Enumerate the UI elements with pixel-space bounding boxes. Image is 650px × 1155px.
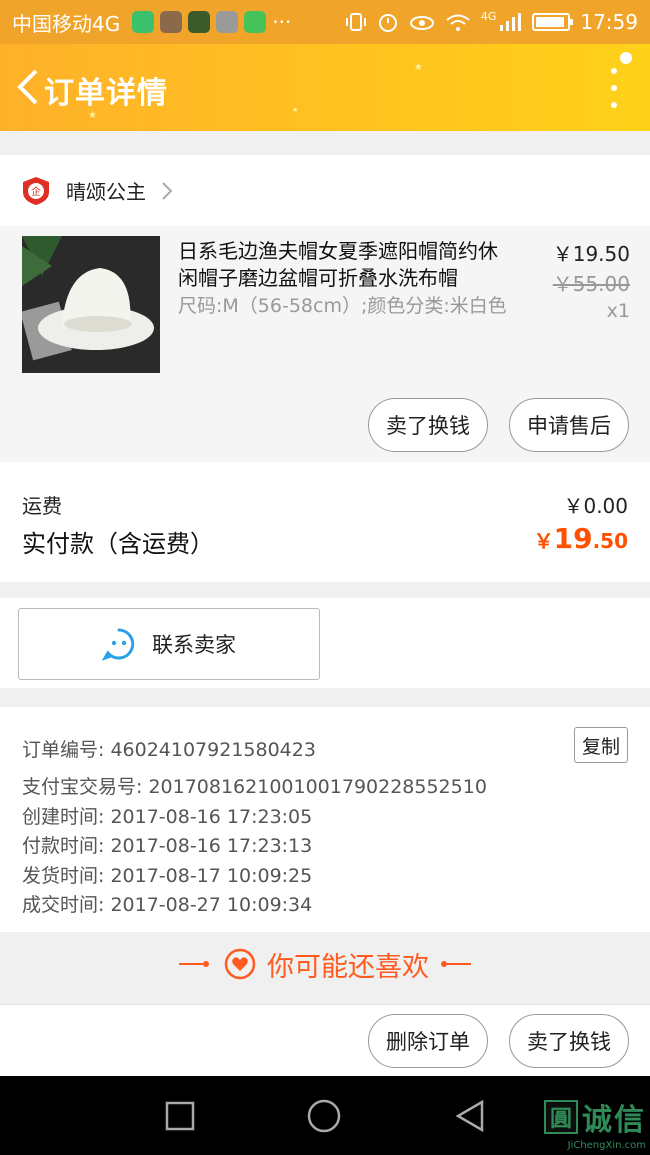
heart-icon xyxy=(224,948,256,980)
paid-label: 实付款（含运费） xyxy=(22,530,214,558)
notification-dot xyxy=(620,52,632,64)
order-info: 订单编号: 46024107921580423 复制 支付宝交易号: 20170… xyxy=(0,707,650,932)
square-icon xyxy=(165,1101,195,1131)
clock: 17:59 xyxy=(580,10,638,34)
sell-for-cash-button[interactable]: 卖了换钱 xyxy=(368,398,488,452)
back-button[interactable] xyxy=(8,64,48,110)
original-price: ￥55.00 xyxy=(552,272,630,296)
alarm-icon xyxy=(378,14,397,32)
created-time: 创建时间: 2017-08-16 17:23:05 xyxy=(22,806,313,828)
system-navigation-bar: 圓 诚信 JiChengXin.com xyxy=(0,1076,650,1155)
contact-seller-button[interactable]: 联系卖家 xyxy=(18,608,320,680)
divider-line xyxy=(447,963,471,965)
vibrate-icon xyxy=(345,13,366,31)
alipay-trade-number: 支付宝交易号: 2017081621001001790228552510 xyxy=(22,776,487,798)
paid-decimal: .50 xyxy=(592,529,628,553)
shipping-value: ￥0.00 xyxy=(563,494,628,518)
paid-currency: ￥ xyxy=(533,529,554,553)
recommend-header: 你可能还喜欢 xyxy=(0,932,650,996)
wifi-icon xyxy=(446,14,470,31)
system-status: 4G 17:59 xyxy=(345,10,638,34)
more-notifications-icon: ··· xyxy=(272,10,292,34)
contact-seller-label: 联系卖家 xyxy=(152,633,236,657)
enterprise-shop-icon: 企 xyxy=(23,176,49,205)
svg-text:企: 企 xyxy=(31,185,41,198)
paid-time: 付款时间: 2017-08-16 17:23:13 xyxy=(22,835,313,857)
paid-integer: 19 xyxy=(553,522,593,555)
more-dot-icon xyxy=(611,85,617,91)
product-title[interactable]: 日系毛边渔夫帽女夏季遮阳帽简约休闲帽子磨边盆帽可折叠水洗布帽 xyxy=(178,238,508,292)
back-nav-button[interactable] xyxy=(450,1096,490,1136)
watermark-url: JiChengXin.com xyxy=(567,1140,646,1151)
carrier-label: 中国移动4G xyxy=(12,11,121,36)
recent-apps-button[interactable] xyxy=(160,1096,200,1136)
current-price: ￥19.50 xyxy=(552,242,630,266)
app-notification-icon xyxy=(188,11,211,33)
decor-star: ★ xyxy=(292,106,299,114)
after-sale-button[interactable]: 申请售后 xyxy=(509,398,629,452)
more-dot-icon xyxy=(611,68,617,74)
copy-button[interactable]: 复制 xyxy=(574,727,628,763)
chevron-right-icon xyxy=(162,181,173,200)
shop-header[interactable]: 企 晴颂公主 xyxy=(0,155,650,226)
divider-line xyxy=(179,963,203,965)
battery-icon xyxy=(532,13,574,31)
product-thumbnail[interactable] xyxy=(22,236,160,373)
delete-order-button[interactable]: 删除订单 xyxy=(368,1014,488,1068)
fee-summary: 运费 ￥0.00 实付款（含运费） ￥19.50 xyxy=(0,462,650,582)
more-menu-button[interactable] xyxy=(608,68,620,108)
sell-for-cash-bottom-button[interactable]: 卖了换钱 xyxy=(509,1014,629,1068)
watermark-main: 圓 诚信 xyxy=(544,1095,646,1139)
status-bar: 中国移动4G ··· 4G 17:59 xyxy=(0,0,650,44)
order-item[interactable]: 日系毛边渔夫帽女夏季遮阳帽简约休闲帽子磨边盆帽可折叠水洗布帽 尺码:M（56-5… xyxy=(0,226,650,462)
recommend-title: 你可能还喜欢 xyxy=(267,951,429,983)
shipping-label: 运费 xyxy=(22,494,62,518)
chat-face-icon xyxy=(102,628,135,661)
order-number: 订单编号: 46024107921580423 xyxy=(22,739,316,761)
chevron-left-icon xyxy=(17,69,38,105)
completed-time: 成交时间: 2017-08-27 10:09:34 xyxy=(22,894,313,916)
quantity: x1 xyxy=(606,300,630,322)
photo-notification-icon xyxy=(160,11,183,33)
shop-name: 晴颂公主 xyxy=(66,180,146,204)
message-icon xyxy=(244,11,267,33)
product-spec: 尺码:M（56-58cm）;颜色分类:米白色 xyxy=(178,295,507,317)
eye-icon xyxy=(409,16,434,30)
divider-dot xyxy=(203,961,209,967)
triangle-back-icon xyxy=(455,1099,484,1133)
circle-icon xyxy=(307,1099,341,1133)
decor-star: ★ xyxy=(414,62,423,73)
page-title: 订单详情 xyxy=(44,76,168,111)
watermark-text: 诚信 xyxy=(582,1103,646,1138)
bottom-action-bar: 删除订单 卖了换钱 xyxy=(0,1004,650,1076)
home-button[interactable] xyxy=(304,1096,344,1136)
nav-bar: ★ ★ ★ 订单详情 xyxy=(0,44,650,131)
contact-section: 联系卖家 xyxy=(0,598,650,688)
gallery-icon xyxy=(216,11,239,33)
watermark-logo: 圓 诚信 JiChengXin.com xyxy=(544,1095,646,1151)
network-type: 4G xyxy=(480,10,497,23)
paid-amount: ￥19.50 xyxy=(534,522,628,555)
wechat-icon xyxy=(132,11,155,33)
notification-icons: ··· xyxy=(132,10,291,34)
shipped-time: 发货时间: 2017-08-17 10:09:25 xyxy=(22,865,313,887)
signal-icon xyxy=(500,13,522,31)
watermark-box: 圓 xyxy=(544,1100,578,1134)
more-dot-icon xyxy=(611,102,617,108)
bucket-hat-image xyxy=(22,236,160,373)
